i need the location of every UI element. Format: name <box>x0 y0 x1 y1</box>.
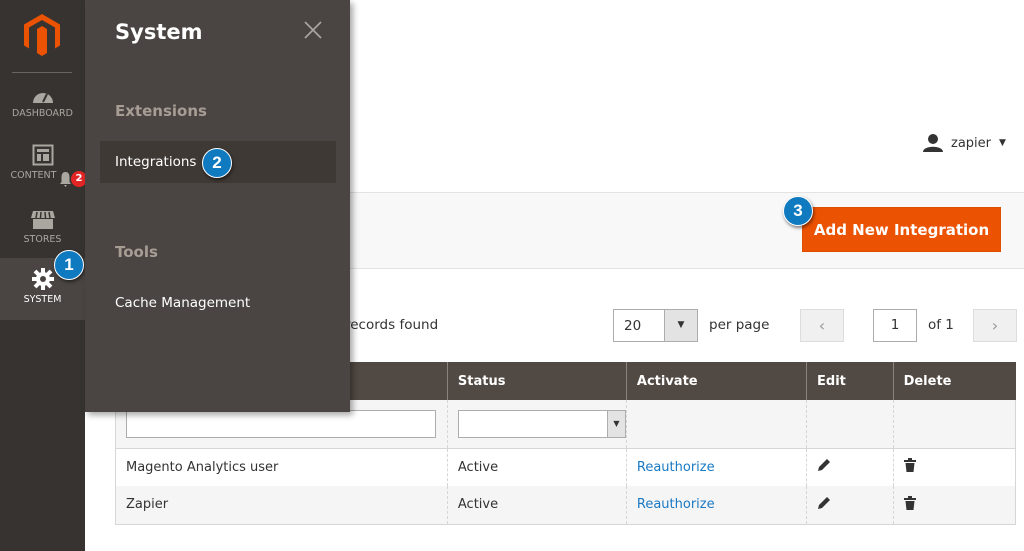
pencil-icon[interactable] <box>817 458 831 472</box>
divider <box>12 72 72 73</box>
next-page-button[interactable]: › <box>973 309 1017 342</box>
callout-2: 2 <box>202 148 232 178</box>
gear-icon <box>31 268 54 290</box>
trash-icon[interactable] <box>903 495 916 510</box>
sidebar-item-stores[interactable]: STORES <box>0 210 85 256</box>
per-page-select[interactable]: 20 ▼ <box>613 309 698 342</box>
sidebar: DASHBOARD CONTENT 2 STORES SYSTEM 1 <box>0 0 87 551</box>
dashboard-icon <box>32 93 53 103</box>
per-page-label: per page <box>709 317 770 333</box>
previous-page-button[interactable]: ‹ <box>800 309 844 342</box>
add-new-integration-button[interactable]: Add New Integration <box>802 207 1001 252</box>
table-row: Magento Analytics user Active Reauthoriz… <box>115 448 1017 486</box>
name-filter-input[interactable] <box>126 409 436 438</box>
records-count: records found <box>345 317 439 333</box>
column-header-activate: Activate <box>625 362 807 400</box>
chevron-down-icon: ▼ <box>606 410 625 437</box>
store-icon <box>30 211 55 229</box>
column-header-edit: Edit <box>806 362 894 400</box>
table-row: Zapier Active Reauthorize <box>115 486 1017 525</box>
sidebar-item-content[interactable]: CONTENT <box>0 144 85 194</box>
user-menu[interactable]: zapier ▼ <box>923 134 1006 152</box>
section-extensions: Extensions <box>115 102 207 120</box>
status-filter-select[interactable]: ▼ <box>457 409 626 438</box>
callout-3: 3 <box>783 196 813 226</box>
menu-item-cache-management[interactable]: Cache Management <box>100 282 336 324</box>
section-tools: Tools <box>115 243 158 261</box>
page-input[interactable]: 1 <box>873 309 917 342</box>
pencil-icon[interactable] <box>817 496 831 510</box>
column-header-delete: Delete <box>892 362 1016 400</box>
chevron-down-icon: ▼ <box>999 138 1006 148</box>
close-icon[interactable] <box>303 20 323 40</box>
magento-logo[interactable] <box>24 14 60 56</box>
system-flyout-menu: System Extensions Integrations 2 Tools C… <box>85 0 350 412</box>
reauthorize-link[interactable]: Reauthorize <box>637 460 715 475</box>
page-total: of 1 <box>928 317 954 333</box>
chevron-down-icon[interactable]: ▼ <box>664 310 697 341</box>
reauthorize-link[interactable]: Reauthorize <box>637 497 715 512</box>
column-header-status[interactable]: Status <box>446 362 627 400</box>
sidebar-item-dashboard[interactable]: DASHBOARD <box>0 88 85 138</box>
callout-1: 1 <box>54 250 84 280</box>
user-icon <box>923 134 943 152</box>
trash-icon[interactable] <box>903 458 916 473</box>
flyout-title: System <box>115 20 203 44</box>
content-icon <box>32 144 53 166</box>
